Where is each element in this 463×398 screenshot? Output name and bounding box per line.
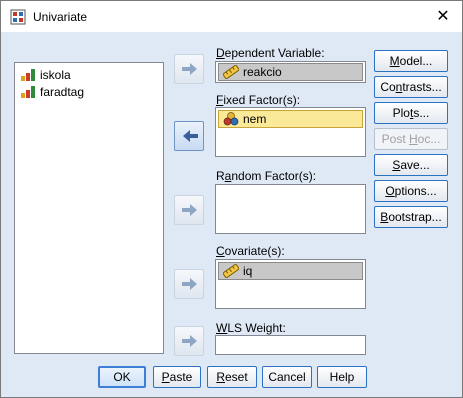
move-to-dependent-button[interactable] (174, 54, 204, 84)
fixed-factors-list[interactable]: nem (215, 107, 366, 157)
covariates-label: Covariate(s): (216, 244, 285, 258)
source-variable-list[interactable]: iskola faradtag (14, 62, 164, 354)
cancel-button[interactable]: Cancel (262, 366, 312, 388)
title-bar: Univariate ✕ (1, 1, 462, 32)
fixed-factor-name: nem (243, 112, 267, 126)
model-button[interactable]: Model... (374, 50, 448, 72)
close-button[interactable]: ✕ (431, 7, 455, 27)
ok-button[interactable]: OK (98, 366, 146, 388)
variable-name: iskola (40, 68, 71, 82)
options-button[interactable]: Options... (374, 180, 448, 202)
reset-button[interactable]: Reset (207, 366, 257, 388)
ruler-scale-icon (223, 264, 239, 278)
dependent-variable-label: Dependent Variable: (216, 46, 325, 60)
wls-weight-label: WLS Weight: (216, 321, 286, 335)
ordinal-bar-icon (21, 86, 35, 98)
help-button[interactable]: Help (317, 366, 367, 388)
arrow-right-icon (182, 335, 197, 347)
move-to-wls-weight-button[interactable] (174, 326, 204, 356)
univariate-dialog: Univariate ✕ iskola faradtag Dependent V… (0, 0, 463, 398)
move-to-covariate-button[interactable] (174, 269, 204, 299)
move-from-fixed-factor-button[interactable] (174, 121, 204, 151)
spss-app-icon (10, 9, 26, 25)
window-title: Univariate (33, 10, 88, 24)
arrow-right-icon (182, 63, 197, 75)
arrow-right-icon (182, 204, 197, 216)
post-hoc-button[interactable]: Post Hoc... (374, 128, 448, 150)
fixed-factor-item[interactable]: nem (218, 110, 363, 128)
covariate-name: iq (243, 264, 253, 278)
variable-name: faradtag (40, 85, 85, 99)
paste-button[interactable]: Paste (153, 366, 201, 388)
ordinal-bar-icon (21, 69, 35, 81)
covariates-list[interactable]: iq (215, 259, 366, 309)
fixed-factors-label: Fixed Factor(s): (216, 93, 301, 107)
random-factors-label: Random Factor(s): (216, 169, 317, 183)
dependent-variable-item[interactable]: reakcio (218, 63, 363, 81)
arrow-left-icon (183, 130, 198, 142)
covariate-item[interactable]: iq (218, 262, 363, 280)
nominal-circles-icon (223, 112, 239, 126)
arrow-right-icon (182, 278, 197, 290)
dependent-variable-field[interactable]: reakcio (215, 61, 366, 83)
wls-weight-field[interactable] (215, 335, 366, 355)
ruler-scale-icon (223, 65, 239, 79)
move-to-random-factor-button[interactable] (174, 195, 204, 225)
contrasts-button[interactable]: Contrasts... (374, 76, 448, 98)
save-button[interactable]: Save... (374, 154, 448, 176)
plots-button[interactable]: Plots... (374, 102, 448, 124)
bootstrap-button[interactable]: Bootstrap... (374, 206, 448, 228)
random-factors-list[interactable] (215, 184, 366, 234)
dependent-variable-name: reakcio (243, 65, 282, 79)
